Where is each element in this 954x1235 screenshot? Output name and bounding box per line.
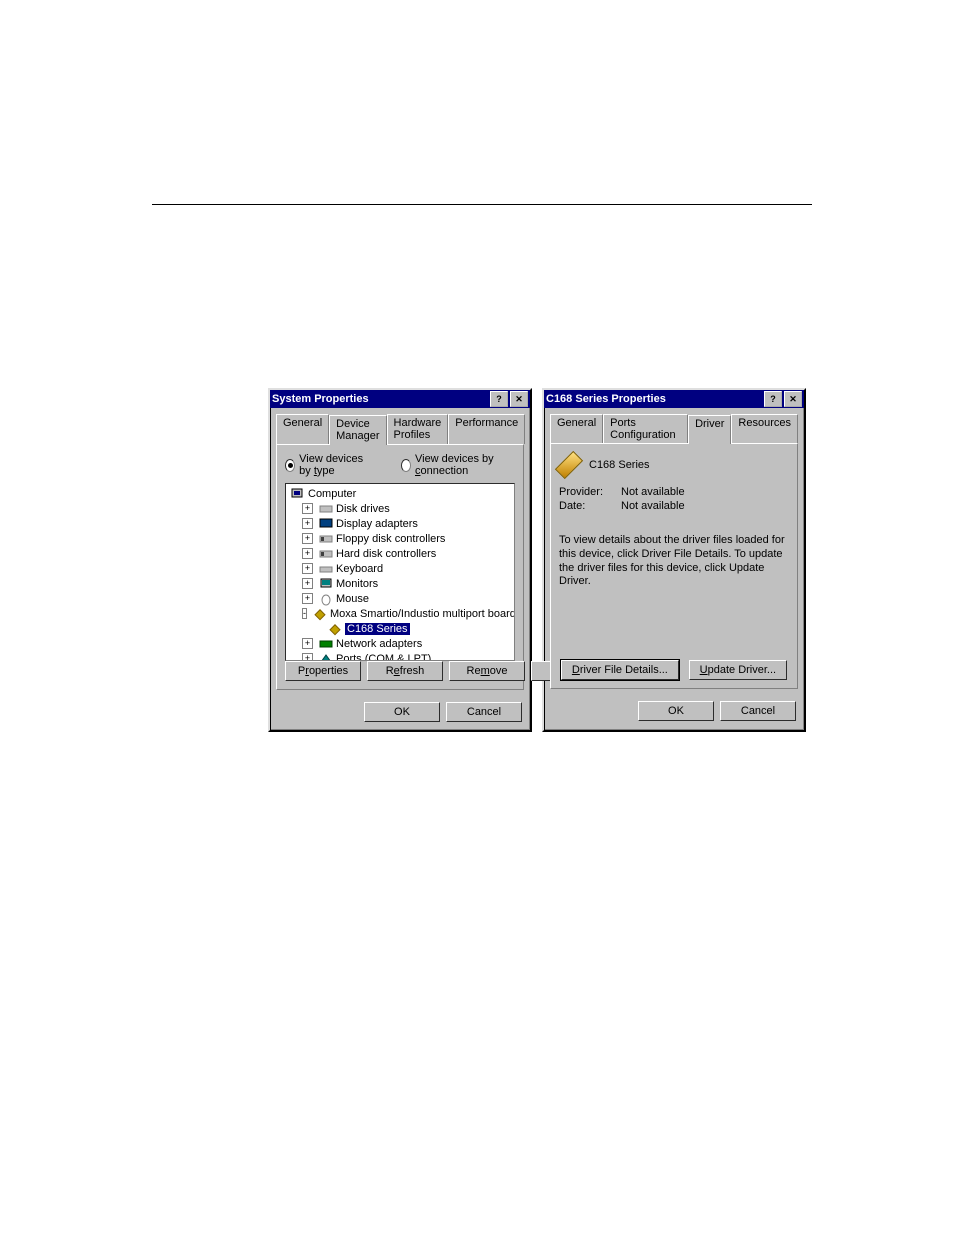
tree-label: Monitors	[336, 578, 378, 590]
tab-hardware-profiles[interactable]: Hardware Profiles	[387, 414, 449, 444]
port-icon	[319, 652, 333, 662]
tree-label: Moxa Smartio/Industio multiport board	[330, 608, 515, 620]
cancel-button[interactable]: Cancel	[720, 701, 796, 721]
radio-view-by-connection[interactable]: View devices by connection	[401, 453, 515, 477]
tree-label: Computer	[308, 488, 356, 500]
tab-driver[interactable]: Driver	[688, 415, 731, 444]
tree-item-keyboard[interactable]: + Keyboard	[288, 561, 512, 576]
tree-item-ports[interactable]: + Ports (COM & LPT)	[288, 651, 512, 661]
tree-item-display[interactable]: + Display adapters	[288, 516, 512, 531]
driver-description: To view details about the driver files l…	[559, 534, 789, 589]
update-driver-button[interactable]: Update Driver...	[689, 660, 787, 680]
expander-icon[interactable]: +	[302, 593, 313, 604]
page-header-rule	[152, 204, 812, 205]
tree-item-disk[interactable]: + Disk drives	[288, 501, 512, 516]
expander-icon[interactable]: +	[302, 653, 313, 661]
dialog-title: C168 Series Properties	[546, 393, 666, 405]
display-icon	[319, 517, 333, 531]
tree-item-moxa[interactable]: - Moxa Smartio/Industio multiport board	[288, 606, 512, 621]
diamond-icon	[328, 622, 342, 636]
titlebar[interactable]: System Properties ? ✕	[270, 390, 530, 408]
radio-dot-icon	[285, 459, 295, 472]
tab-panel: View devices by type View devices by con…	[276, 444, 524, 690]
mouse-icon	[319, 592, 333, 606]
diamond-icon	[313, 607, 327, 621]
tree-label: Mouse	[336, 593, 369, 605]
tree-item-c168[interactable]: C168 Series	[288, 621, 512, 636]
tab-resources[interactable]: Resources	[731, 414, 798, 443]
properties-button[interactable]: Properties	[285, 661, 361, 681]
tab-panel: C168 Series Provider: Not available Date…	[550, 443, 798, 689]
provider-value: Not available	[621, 486, 685, 498]
close-icon[interactable]: ✕	[784, 391, 802, 407]
ok-button[interactable]: OK	[364, 702, 440, 722]
radio-view-by-type[interactable]: View devices by type	[285, 453, 375, 477]
provider-label: Provider:	[559, 486, 621, 498]
tab-strip: General Device Manager Hardware Profiles…	[276, 414, 524, 444]
driver-file-details-button[interactable]: Driver File Details...	[561, 660, 679, 680]
tree-label: Hard disk controllers	[336, 548, 436, 560]
disk-icon	[319, 502, 333, 516]
radio-label: View devices by type	[299, 453, 375, 477]
tree-label: Floppy disk controllers	[336, 533, 445, 545]
tab-general[interactable]: General	[550, 414, 603, 443]
date-value: Not available	[621, 500, 685, 512]
controller-icon	[319, 547, 333, 561]
tree-label: C168 Series	[345, 623, 410, 635]
computer-icon	[291, 487, 305, 501]
tree-label: Ports (COM & LPT)	[336, 653, 431, 662]
refresh-button[interactable]: Refresh	[367, 661, 443, 681]
tab-strip: General Ports Configuration Driver Resou…	[550, 414, 798, 443]
tree-item-hdd[interactable]: + Hard disk controllers	[288, 546, 512, 561]
tab-general[interactable]: General	[276, 414, 329, 444]
keyboard-icon	[319, 562, 333, 576]
tree-label: Network adapters	[336, 638, 422, 650]
c168-properties-dialog: C168 Series Properties ? ✕ General Ports…	[542, 388, 806, 732]
device-name: C168 Series	[589, 459, 650, 471]
tree-item-monitors[interactable]: + Monitors	[288, 576, 512, 591]
tree-item-net[interactable]: + Network adapters	[288, 636, 512, 651]
system-properties-dialog: System Properties ? ✕ General Device Man…	[268, 388, 532, 732]
expander-icon[interactable]: +	[302, 563, 313, 574]
controller-icon	[319, 532, 333, 546]
expander-icon[interactable]: +	[302, 533, 313, 544]
cancel-button[interactable]: Cancel	[446, 702, 522, 722]
device-tree[interactable]: Computer + Disk drives + Display adapters + Fl…	[285, 483, 515, 661]
remove-button[interactable]: Remove	[449, 661, 525, 681]
tree-label: Display adapters	[336, 518, 418, 530]
tree-label: Keyboard	[336, 563, 383, 575]
expander-icon[interactable]: -	[302, 608, 307, 619]
tree-item-mouse[interactable]: + Mouse	[288, 591, 512, 606]
help-icon[interactable]: ?	[764, 391, 782, 407]
expander-icon[interactable]: +	[302, 503, 313, 514]
tree-item-floppy[interactable]: + Floppy disk controllers	[288, 531, 512, 546]
tab-device-manager[interactable]: Device Manager	[329, 415, 386, 445]
expander-icon[interactable]: +	[302, 578, 313, 589]
expander-icon[interactable]: +	[302, 638, 313, 649]
expander-icon[interactable]: +	[302, 548, 313, 559]
radio-label: View devices by connection	[415, 453, 515, 477]
date-label: Date:	[559, 500, 621, 512]
diamond-icon	[562, 458, 576, 472]
expander-icon[interactable]: +	[302, 518, 313, 529]
tab-performance[interactable]: Performance	[448, 414, 525, 444]
tree-item-computer[interactable]: Computer	[288, 486, 512, 501]
close-icon[interactable]: ✕	[510, 391, 528, 407]
ok-button[interactable]: OK	[638, 701, 714, 721]
titlebar[interactable]: C168 Series Properties ? ✕	[544, 390, 804, 408]
help-icon[interactable]: ?	[490, 391, 508, 407]
figure-container: System Properties ? ✕ General Device Man…	[268, 388, 806, 732]
dialog-title: System Properties	[272, 393, 369, 405]
tree-label: Disk drives	[336, 503, 390, 515]
radio-dot-icon	[401, 459, 411, 472]
network-icon	[319, 637, 333, 651]
monitor-icon	[319, 577, 333, 591]
tab-ports-configuration[interactable]: Ports Configuration	[603, 414, 688, 443]
